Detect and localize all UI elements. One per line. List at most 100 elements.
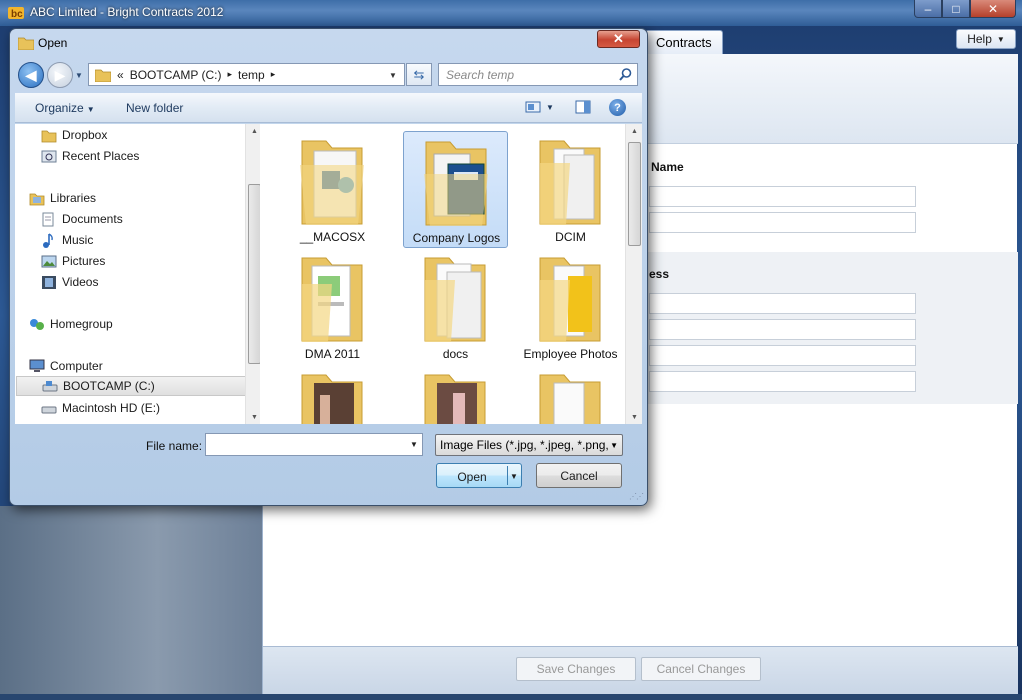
- app-left-panel: [0, 506, 262, 694]
- back-button[interactable]: ◀: [18, 62, 44, 88]
- hard-drive-icon: [41, 406, 57, 413]
- nav-item-label: Homegroup: [50, 317, 113, 331]
- libraries-icon: [29, 193, 45, 205]
- refresh-icon: ⇆: [413, 66, 425, 82]
- pictures-icon: [41, 255, 57, 267]
- homegroup-icon: [30, 318, 44, 330]
- folder-name: Employee Photos: [523, 347, 618, 361]
- address-section-label: ess: [649, 267, 670, 281]
- nav-item-label: Pictures: [62, 254, 106, 268]
- breadcrumb-drive[interactable]: BOOTCAMP (C:): [130, 68, 222, 82]
- address-line-4-input[interactable]: [649, 371, 916, 392]
- nav-item-videos[interactable]: Videos: [41, 272, 254, 292]
- address-bar[interactable]: « BOOTCAMP (C:) ▸ temp ▸: [88, 63, 405, 86]
- folder-item[interactable]: DCIM: [518, 131, 623, 248]
- dialog-close-button[interactable]: ✕: [597, 30, 640, 48]
- organize-label: Organize: [35, 101, 84, 115]
- folder-icon: [539, 140, 601, 225]
- close-window-button[interactable]: ✕: [970, 0, 1016, 18]
- nav-item-documents[interactable]: Documents: [41, 209, 254, 229]
- nav-item-recent-places[interactable]: Recent Places: [41, 146, 254, 166]
- nav-item-macintosh-drive[interactable]: Macintosh HD (E:): [41, 398, 254, 418]
- address-line-3-input[interactable]: [649, 345, 916, 366]
- nav-item-bootcamp-drive[interactable]: BOOTCAMP (C:): [16, 376, 254, 396]
- window-controls: – □ ✕: [914, 0, 1016, 18]
- last-name-input[interactable]: [649, 212, 916, 233]
- nav-item-computer[interactable]: Computer: [29, 356, 254, 376]
- folder-item[interactable]: Employee Photos: [518, 248, 623, 365]
- recent-locations-dropdown[interactable]: ▼: [75, 71, 83, 80]
- breadcrumb-separator-icon[interactable]: ▸: [271, 69, 276, 80]
- help-label: Help: [967, 32, 992, 46]
- nav-item-dropbox[interactable]: Dropbox: [41, 125, 254, 145]
- file-list-pane: __MACOSX Company Logos DCIM DMA 2011 doc…: [260, 124, 625, 424]
- file-type-select[interactable]: Image Files (*.jpg, *.jpeg, *.png, ▼: [435, 434, 623, 456]
- folder-icon: [539, 257, 601, 342]
- nav-item-label: Computer: [50, 359, 103, 373]
- arrow-right-icon: ▶: [54, 66, 66, 83]
- folder-name: docs: [442, 347, 469, 361]
- nav-item-label: Documents: [62, 212, 123, 226]
- minimize-button[interactable]: –: [914, 0, 942, 18]
- first-name-input[interactable]: [649, 186, 916, 207]
- file-list-scrollbar[interactable]: ▲ ▼: [625, 124, 642, 424]
- documents-icon: [42, 212, 54, 226]
- resize-grip-icon[interactable]: ⋰⋰: [629, 492, 644, 501]
- address-line-2-input[interactable]: [649, 319, 916, 340]
- save-changes-button[interactable]: Save Changes: [516, 657, 636, 681]
- file-type-value: Image Files (*.jpg, *.jpeg, *.png,: [440, 438, 609, 452]
- address-dropdown-icon[interactable]: ▼: [389, 71, 397, 80]
- tab-contracts[interactable]: Contracts: [645, 30, 723, 54]
- new-folder-button[interactable]: New folder: [126, 101, 183, 115]
- scrollbar-thumb[interactable]: [628, 142, 641, 246]
- file-name-label: File name:: [146, 439, 203, 453]
- folder-item[interactable]: __MACOSX: [280, 131, 385, 248]
- file-name-dropdown-icon[interactable]: ▼: [410, 440, 418, 449]
- folder-item[interactable]: [280, 365, 385, 424]
- folder-item[interactable]: [403, 365, 508, 424]
- folder-name: DMA 2011: [304, 347, 361, 361]
- maximize-button[interactable]: □: [942, 0, 970, 18]
- folder-icon: [424, 374, 486, 424]
- dialog-title: Open: [38, 36, 68, 50]
- preview-pane-icon[interactable]: [575, 100, 591, 114]
- cancel-changes-button[interactable]: Cancel Changes: [641, 657, 761, 681]
- nav-item-label: Music: [62, 233, 94, 247]
- breadcrumb-folder[interactable]: temp: [238, 68, 265, 82]
- view-options-dropdown-icon[interactable]: ▼: [546, 103, 554, 112]
- refresh-button[interactable]: ⇆: [406, 63, 432, 86]
- search-input[interactable]: Search temp: [438, 63, 638, 86]
- change-view-icon[interactable]: [525, 100, 541, 114]
- help-icon[interactable]: ?: [609, 99, 626, 116]
- open-options-dropdown-icon[interactable]: ▼: [510, 472, 518, 481]
- folder-item[interactable]: DMA 2011: [280, 248, 385, 365]
- chevron-down-icon: ▼: [610, 441, 618, 450]
- folder-item-selected[interactable]: Company Logos: [403, 131, 508, 248]
- navigation-pane: Dropbox Recent Places Libraries Document…: [15, 124, 254, 424]
- forward-button[interactable]: ▶: [47, 62, 73, 88]
- scroll-up-icon[interactable]: ▲: [626, 124, 643, 138]
- folder-item[interactable]: [518, 365, 623, 424]
- open-button[interactable]: Open ▼: [436, 463, 522, 488]
- cancel-button[interactable]: Cancel: [536, 463, 622, 488]
- organize-menu[interactable]: Organize ▼: [35, 101, 95, 115]
- app-footer: Save Changes Cancel Changes: [263, 646, 1018, 694]
- breadcrumb-separator-icon[interactable]: ▸: [227, 69, 232, 80]
- breadcrumb-overflow[interactable]: «: [117, 68, 124, 82]
- nav-item-music[interactable]: Music: [41, 230, 254, 250]
- nav-item-homegroup[interactable]: Homegroup: [29, 314, 254, 334]
- search-icon: [619, 68, 632, 81]
- folder-icon: [18, 37, 34, 50]
- help-menu-button[interactable]: Help ▼: [956, 29, 1016, 49]
- nav-item-libraries[interactable]: Libraries: [29, 188, 254, 208]
- folder-item[interactable]: docs: [403, 248, 508, 365]
- file-name-input[interactable]: [205, 433, 423, 456]
- arrow-left-icon: ◀: [25, 66, 37, 83]
- nav-item-pictures[interactable]: Pictures: [41, 251, 254, 271]
- chevron-down-icon: ▼: [996, 34, 1005, 44]
- hard-drive-icon: [42, 380, 58, 391]
- folder-name: DCIM: [555, 230, 586, 244]
- address-line-1-input[interactable]: [649, 293, 916, 314]
- nav-item-label: Videos: [62, 275, 99, 289]
- scroll-down-icon[interactable]: ▼: [626, 410, 643, 424]
